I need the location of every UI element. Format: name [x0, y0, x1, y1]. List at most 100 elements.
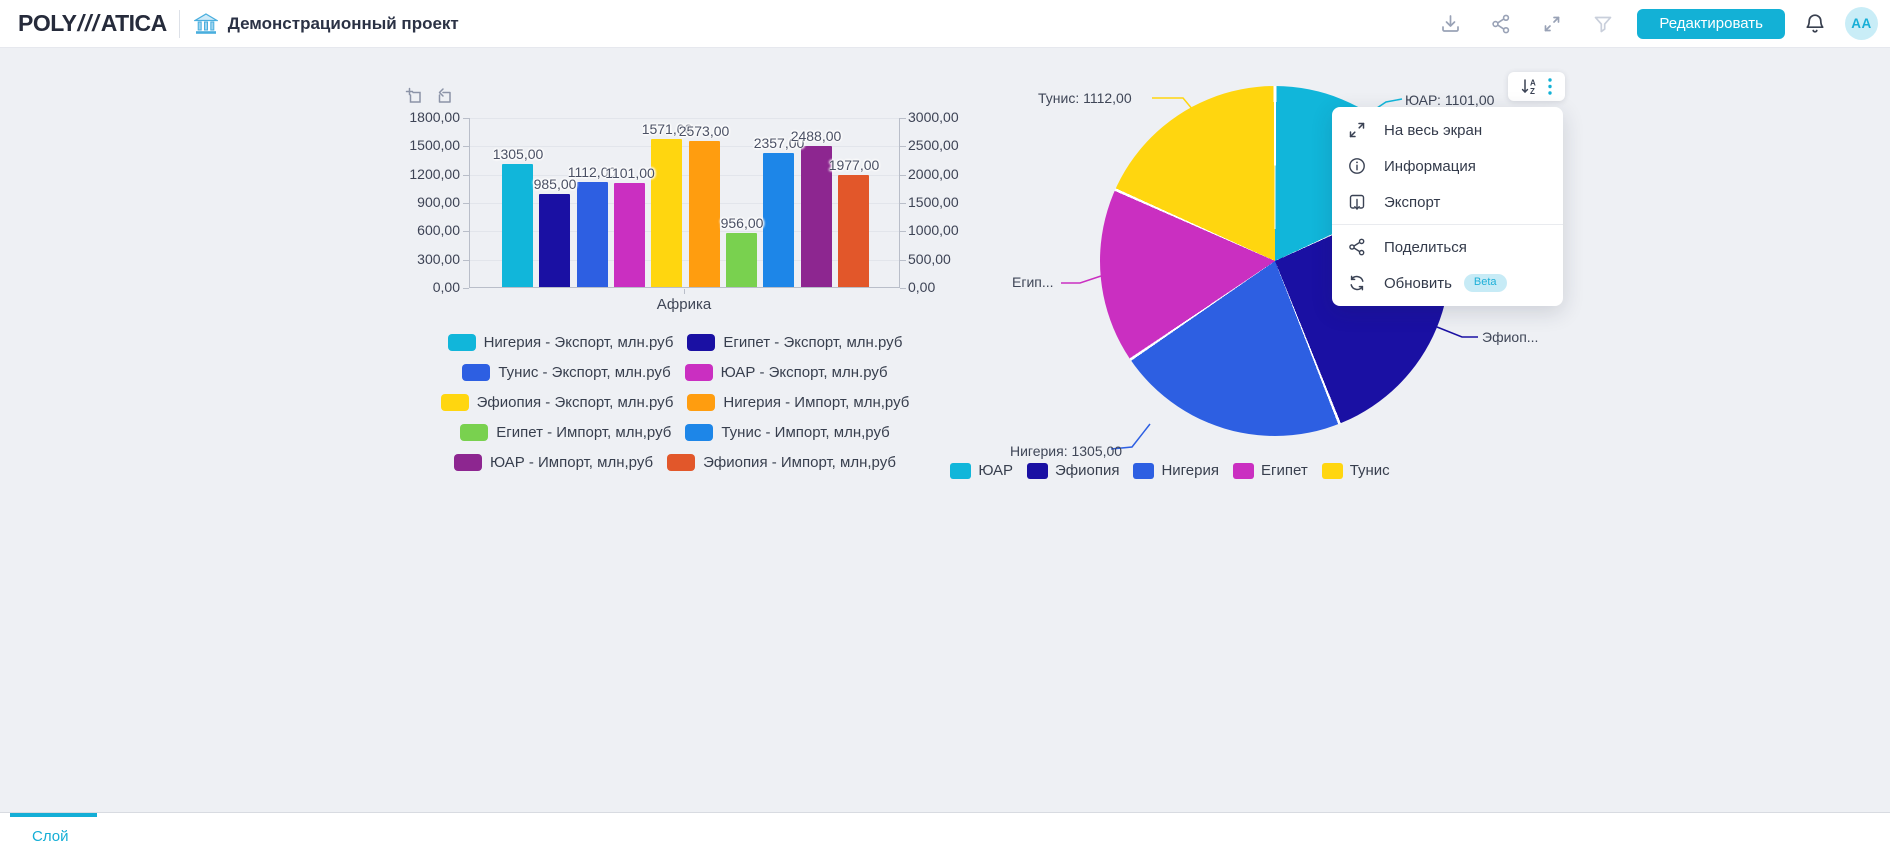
sort-az-button[interactable]: A Z — [1520, 77, 1540, 96]
legend-swatch — [1026, 462, 1048, 479]
legend-label: ЮАР - Импорт, млн,руб — [490, 454, 654, 471]
fullscreen-icon — [1347, 120, 1367, 140]
legend-label: Египет — [1261, 462, 1308, 479]
layer-tab[interactable]: Слой — [32, 828, 68, 845]
legend-item[interactable]: Египет - Экспорт, млн.руб — [687, 334, 902, 351]
beta-badge: Beta — [1463, 274, 1507, 292]
pie-callout-label: Нигерия: 1305,00 — [1010, 443, 1123, 459]
x-axis-tick — [684, 289, 685, 294]
left-axis-tick-label: 900,00 — [417, 194, 460, 210]
menu-item-label: Поделиться — [1384, 238, 1467, 256]
legend-item[interactable]: Нигерия - Экспорт, млн.руб — [447, 334, 673, 351]
left-axis-tickmark — [463, 146, 469, 147]
select-zoom-icon[interactable] — [405, 87, 425, 107]
menu-item-export[interactable]: Экспорт — [1332, 184, 1563, 220]
layers-bar: Слой — [0, 812, 1890, 858]
right-axis-tickmark — [900, 118, 906, 119]
legend-row: Египет - Импорт, млн,руб Тунис - Импорт, … — [453, 424, 896, 441]
menu-item-label: Обновить — [1384, 274, 1452, 292]
page-title: Демонстрационный проект — [227, 13, 459, 33]
legend-swatch — [667, 454, 696, 471]
left-axis-tickmark — [463, 175, 469, 176]
edit-button[interactable]: Редактировать — [1637, 8, 1785, 39]
bar-3[interactable] — [577, 182, 608, 287]
left-axis-tickmark — [463, 260, 469, 261]
layer-tab-indicator — [10, 813, 97, 817]
legend-item[interactable]: Нигерия - Импорт, млн,руб — [687, 394, 909, 411]
legend-row: ЮАР - Импорт, млн,руб Эфиопия - Импорт, м… — [447, 454, 903, 471]
bar-value-label: 1101,00 — [605, 165, 655, 181]
legend-swatch — [1321, 462, 1343, 479]
kebab-menu-button[interactable] — [1547, 77, 1553, 96]
export-icon — [1347, 192, 1367, 212]
bar-1[interactable] — [502, 164, 533, 287]
right-axis-tick-label: 3000,00 — [908, 109, 959, 125]
legend-label: Египет - Импорт, млн,руб — [496, 424, 672, 441]
bar-8[interactable] — [763, 153, 794, 287]
right-axis-tick-label: 1000,00 — [908, 222, 959, 238]
right-axis-tick-label: 1500,00 — [908, 194, 959, 210]
legend-swatch — [440, 394, 469, 411]
legend-item[interactable]: Египет — [1233, 462, 1308, 479]
share-icon[interactable] — [1489, 12, 1513, 36]
legend-swatch — [684, 364, 713, 381]
bar-2[interactable] — [539, 194, 570, 287]
right-axis-tickmark — [900, 146, 906, 147]
app-window: POLY///ATICA Демонстрационный проект Ред… — [0, 0, 1890, 858]
left-axis-tick-label: 1200,00 — [409, 166, 460, 182]
legend-swatch — [685, 424, 714, 441]
bar-5[interactable] — [651, 139, 682, 287]
menu-item-share[interactable]: Поделиться — [1332, 229, 1563, 265]
menu-item-fullscreen[interactable]: На весь экран — [1332, 112, 1563, 148]
legend-item[interactable]: ЮАР - Импорт, млн,руб — [454, 454, 653, 471]
legend-item[interactable]: Эфиопия — [1026, 462, 1119, 479]
left-axis-tickmark — [463, 118, 469, 119]
left-axis-tickmark — [463, 203, 469, 204]
share-icon — [1347, 237, 1367, 257]
legend-item[interactable]: Эфиопия - Импорт, млн,руб — [667, 454, 896, 471]
bar-value-label: 956,00 — [720, 215, 764, 231]
legend-item[interactable]: ЮАР — [950, 462, 1013, 479]
gridline — [470, 203, 899, 204]
legend-item[interactable]: Эфиопия - Экспорт, млн.руб — [440, 394, 673, 411]
legend-item[interactable]: Тунис — [1321, 462, 1390, 479]
bar-7[interactable] — [726, 233, 757, 287]
info-icon — [1347, 156, 1367, 176]
right-axis-tickmark — [900, 288, 906, 289]
legend-label: Нигерия — [1161, 462, 1219, 479]
gridline — [470, 260, 899, 261]
left-axis-tickmark — [463, 231, 469, 232]
svg-text:Z: Z — [1530, 87, 1535, 96]
legend-item[interactable]: Тунис - Импорт, млн,руб — [685, 424, 890, 441]
notifications-bell-icon[interactable] — [1803, 12, 1827, 36]
legend-label: Нигерия - Импорт, млн,руб — [723, 394, 910, 411]
left-axis-tick-label: 600,00 — [417, 222, 460, 238]
legend-label: Тунис - Экспорт, млн.руб — [498, 364, 671, 381]
bar-9[interactable] — [801, 146, 832, 287]
header-actions: Редактировать AA — [1411, 7, 1878, 40]
avatar[interactable]: AA — [1845, 7, 1878, 40]
legend-swatch — [950, 462, 972, 479]
reset-zoom-icon[interactable] — [435, 87, 455, 107]
legend-row: Тунис - Экспорт, млн.руб ЮАР - Экспорт, м… — [455, 364, 894, 381]
bar-4[interactable] — [614, 183, 645, 287]
menu-item-refresh[interactable]: Обновить Beta — [1332, 265, 1563, 301]
bar-6[interactable] — [689, 141, 720, 287]
bar-plot-area: 1305,00 985,00 1112,00 1101,00 1571,00 2573,0… — [469, 118, 900, 288]
legend-item[interactable]: ЮАР - Экспорт, млн.руб — [684, 364, 888, 381]
legend-item[interactable]: Египет - Импорт, млн,руб — [460, 424, 671, 441]
menu-item-label: Информация — [1384, 157, 1476, 175]
menu-item-info[interactable]: Информация — [1332, 148, 1563, 184]
bar-value-label: 2573,00 — [678, 123, 730, 139]
legend-label: ЮАР - Экспорт, млн.руб — [720, 364, 888, 381]
legend-item[interactable]: Тунис - Экспорт, млн.руб — [462, 364, 671, 381]
right-axis-tickmark — [900, 231, 906, 232]
x-axis-label: Африка — [656, 296, 712, 313]
filter-icon[interactable] — [1591, 12, 1615, 36]
bar-10[interactable] — [838, 175, 869, 287]
download-icon[interactable] — [1438, 12, 1462, 36]
legend-item[interactable]: Нигерия — [1133, 462, 1219, 479]
menu-item-label: Экспорт — [1384, 193, 1441, 211]
bar-value-label: 1305,00 — [492, 146, 544, 162]
fullscreen-icon[interactable] — [1540, 12, 1564, 36]
